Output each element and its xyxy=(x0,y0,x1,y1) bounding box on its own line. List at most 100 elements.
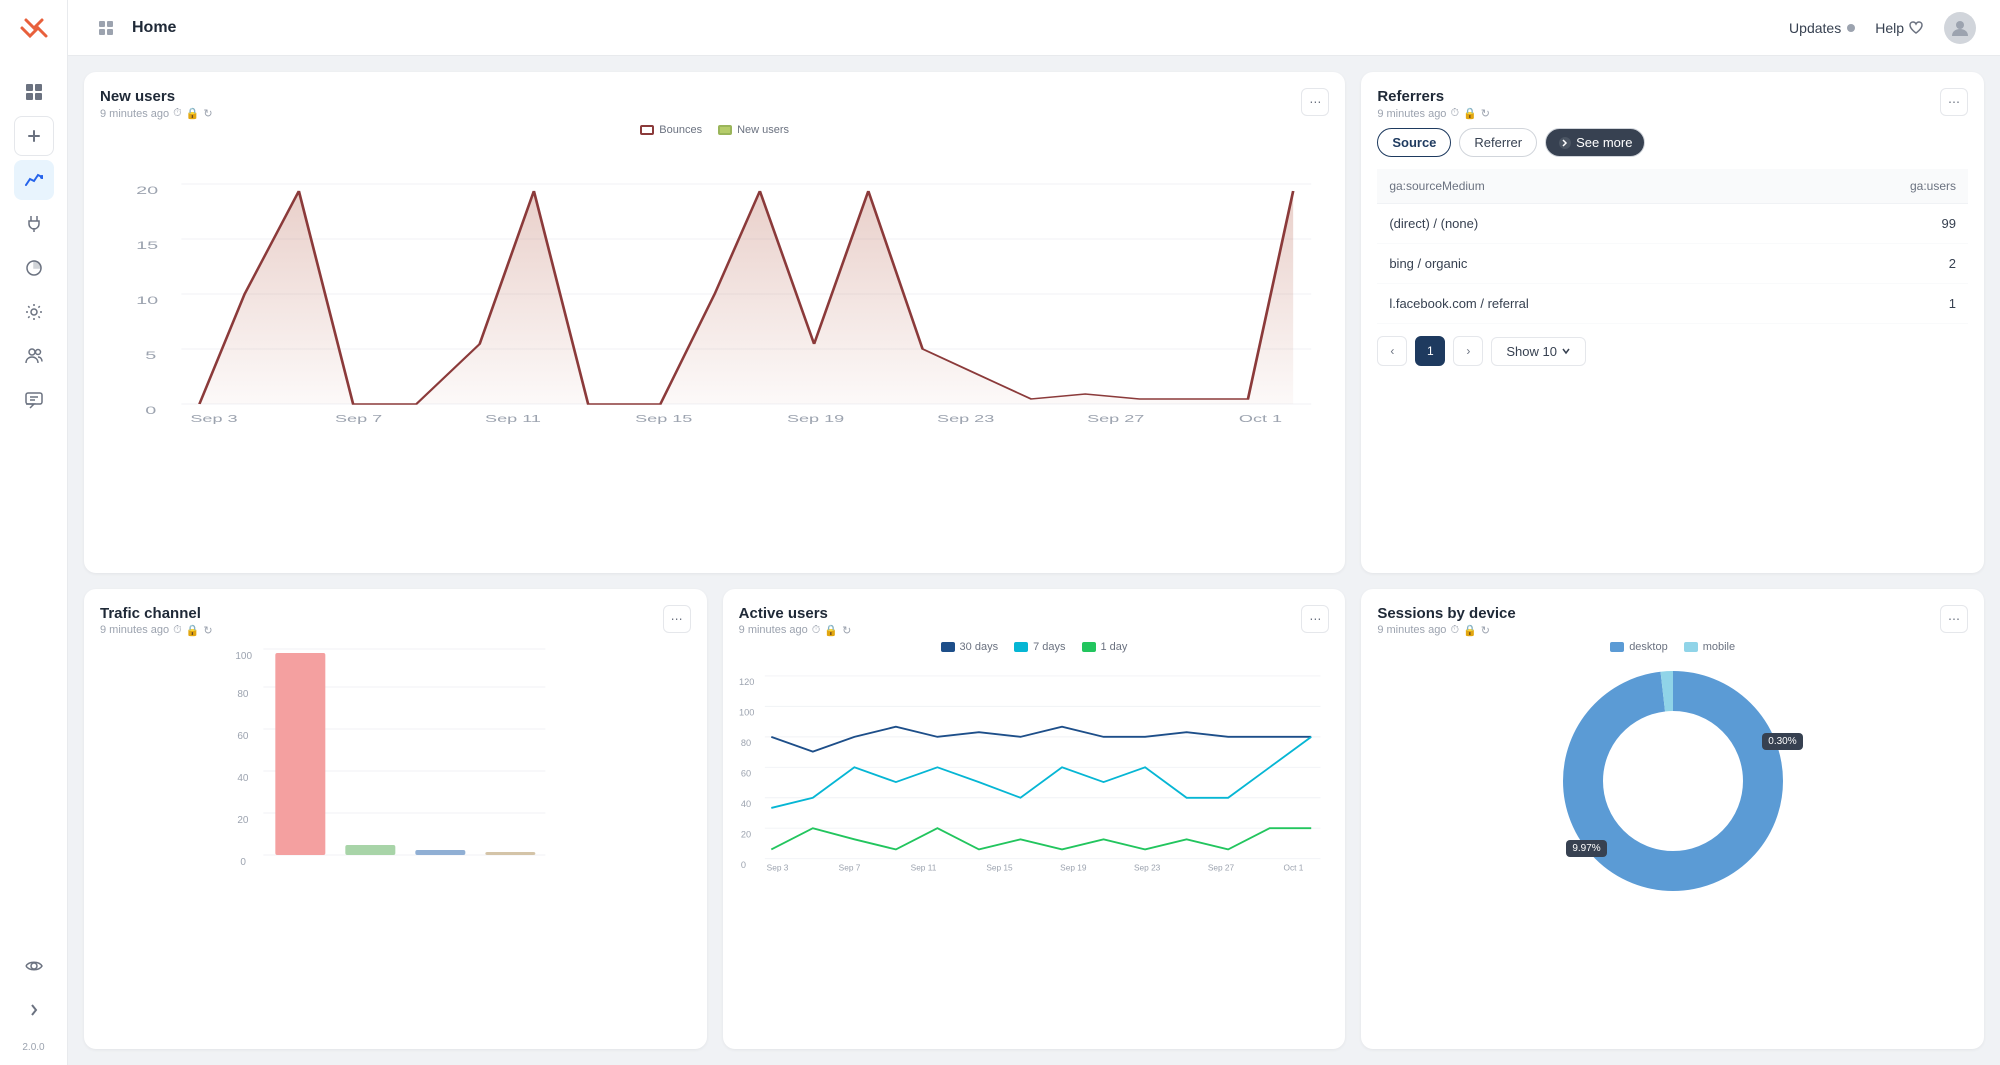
page-1-button[interactable]: 1 xyxy=(1415,336,1445,366)
clock-icon: ⏱ xyxy=(173,107,182,120)
active-users-title: Active users xyxy=(739,605,852,622)
bounces-legend-item: Bounces xyxy=(640,124,702,136)
table-row: (direct) / (none) 99 xyxy=(1377,204,1968,244)
referrers-menu-button[interactable]: ⋯ xyxy=(1940,88,1968,116)
donut-chart: 0.30% 9.97% xyxy=(1377,661,1968,901)
source-value: bing / organic xyxy=(1377,244,1791,284)
refresh-icon: ↻ xyxy=(203,107,212,120)
newusers-legend-color xyxy=(718,125,732,135)
new-users-menu-button[interactable]: ⋯ xyxy=(1301,88,1329,116)
svg-text:40: 40 xyxy=(237,773,249,784)
users-value: 2 xyxy=(1791,244,1968,284)
svg-text:Sep 7: Sep 7 xyxy=(335,414,382,424)
lock-icon: 🔒 xyxy=(186,107,200,120)
expand-icon[interactable] xyxy=(14,990,54,1030)
svg-text:20: 20 xyxy=(136,184,158,196)
svg-text:Sep 19: Sep 19 xyxy=(787,414,844,424)
ses-refresh-icon: ↻ xyxy=(1481,624,1490,637)
desktop-color xyxy=(1610,642,1624,652)
top-percent-label: 0.30% xyxy=(1762,733,1802,750)
svg-text:60: 60 xyxy=(237,731,249,742)
home-grid-icon xyxy=(92,14,120,42)
svg-text:Sep 7: Sep 7 xyxy=(838,862,860,872)
next-page-button[interactable]: › xyxy=(1453,336,1483,366)
ref-clock-icon: ⏱ xyxy=(1450,107,1459,120)
active-users-header: Active users 9 minutes ago ⏱ 🔒 ↻ ⋯ xyxy=(739,605,1330,637)
add-icon[interactable] xyxy=(14,116,54,156)
sessions-legend: desktop mobile xyxy=(1377,641,1968,653)
trafic-menu-button[interactable]: ⋯ xyxy=(663,605,691,633)
svg-text:Sep 23: Sep 23 xyxy=(1134,862,1161,872)
topbar-right: Updates Help xyxy=(1789,12,1976,44)
ses-lock-icon: 🔒 xyxy=(1463,624,1477,637)
referrers-title: Referrers xyxy=(1377,88,1490,105)
pagination: ‹ 1 › Show 10 xyxy=(1377,336,1968,366)
7days-label: 7 days xyxy=(1033,641,1065,653)
users-icon[interactable] xyxy=(14,336,54,376)
bounces-legend-color xyxy=(640,125,654,135)
referrers-card: Referrers 9 minutes ago ⏱ 🔒 ↻ ⋯ Source R… xyxy=(1361,72,1984,573)
svg-text:Oct 1: Oct 1 xyxy=(1283,862,1303,872)
trafic-clock-icon: ⏱ xyxy=(173,624,182,637)
svg-text:Sep 27: Sep 27 xyxy=(1208,862,1235,872)
active-users-menu-button[interactable]: ⋯ xyxy=(1301,605,1329,633)
active-users-chart: 0 20 40 60 80 100 120 Sep 3 xyxy=(739,661,1330,881)
7days-legend: 7 days xyxy=(1014,641,1065,653)
bounces-legend-label: Bounces xyxy=(659,124,702,136)
chat-icon[interactable] xyxy=(14,380,54,420)
new-users-title: New users xyxy=(100,88,213,105)
plug-icon[interactable] xyxy=(14,204,54,244)
svg-text:Oct 1: Oct 1 xyxy=(1239,414,1282,424)
newusers-legend-item: New users xyxy=(718,124,789,136)
trafic-header: Trafic channel 9 minutes ago ⏱ 🔒 ↻ ⋯ xyxy=(100,605,691,637)
svg-text:Sep 3: Sep 3 xyxy=(766,862,788,872)
new-users-legend: Bounces New users xyxy=(100,124,1329,136)
sessions-title: Sessions by device xyxy=(1377,605,1515,622)
sessions-menu-button[interactable]: ⋯ xyxy=(1940,605,1968,633)
sessions-header: Sessions by device 9 minutes ago ⏱ 🔒 ↻ ⋯ xyxy=(1377,605,1968,637)
trafic-chart: 0 20 40 60 80 100 xyxy=(100,645,691,875)
settings-icon[interactable] xyxy=(14,292,54,332)
referrers-header: Referrers 9 minutes ago ⏱ 🔒 ↻ ⋯ xyxy=(1377,88,1968,120)
users-value: 99 xyxy=(1791,204,1968,244)
referrers-tab-group: Source Referrer See more xyxy=(1377,128,1968,157)
show-count-button[interactable]: Show 10 xyxy=(1491,337,1586,366)
updates-button[interactable]: Updates xyxy=(1789,20,1855,36)
1day-label: 1 day xyxy=(1101,641,1128,653)
eye-icon[interactable] xyxy=(14,946,54,986)
trafic-lock-icon: 🔒 xyxy=(186,624,200,637)
avatar[interactable] xyxy=(1944,12,1976,44)
svg-text:80: 80 xyxy=(237,689,249,700)
mobile-label: mobile xyxy=(1703,641,1735,653)
help-label: Help xyxy=(1875,20,1904,36)
source-tab[interactable]: Source xyxy=(1377,128,1451,157)
svg-text:15: 15 xyxy=(136,239,158,251)
1day-legend: 1 day xyxy=(1082,641,1128,653)
table-row: l.facebook.com / referral 1 xyxy=(1377,284,1968,324)
grid-icon[interactable] xyxy=(14,72,54,112)
pie-icon[interactable] xyxy=(14,248,54,288)
trafic-refresh-icon: ↻ xyxy=(203,624,212,637)
see-more-label: See more xyxy=(1576,135,1632,150)
mobile-color xyxy=(1684,642,1698,652)
users-value: 1 xyxy=(1791,284,1968,324)
sessions-by-device-card: Sessions by device 9 minutes ago ⏱ 🔒 ↻ ⋯… xyxy=(1361,589,1984,1050)
prev-page-button[interactable]: ‹ xyxy=(1377,336,1407,366)
desktop-legend: desktop xyxy=(1610,641,1668,653)
new-users-chart: 0 5 10 15 20 Sep 3 Sep 7 Sep 11 Sep 15 xyxy=(100,144,1329,424)
svg-text:20: 20 xyxy=(741,829,751,839)
referrer-tab[interactable]: Referrer xyxy=(1459,128,1537,157)
help-button[interactable]: Help xyxy=(1875,20,1924,36)
active-users-legend: 30 days 7 days 1 day xyxy=(739,641,1330,653)
au-lock-icon: 🔒 xyxy=(824,624,838,637)
see-more-icon xyxy=(1558,136,1572,150)
bottom-percent-label: 9.97% xyxy=(1566,840,1606,857)
see-more-button[interactable]: See more xyxy=(1545,128,1645,157)
new-users-subtitle: 9 minutes ago ⏱ 🔒 ↻ xyxy=(100,107,213,120)
analytics-icon[interactable] xyxy=(14,160,54,200)
svg-text:40: 40 xyxy=(741,798,751,808)
topbar: Home Updates Help xyxy=(68,0,2000,56)
col-source: ga:sourceMedium xyxy=(1377,169,1791,204)
heart-icon xyxy=(1908,20,1924,36)
active-users-card: Active users 9 minutes ago ⏱ 🔒 ↻ ⋯ 30 da… xyxy=(723,589,1346,1050)
